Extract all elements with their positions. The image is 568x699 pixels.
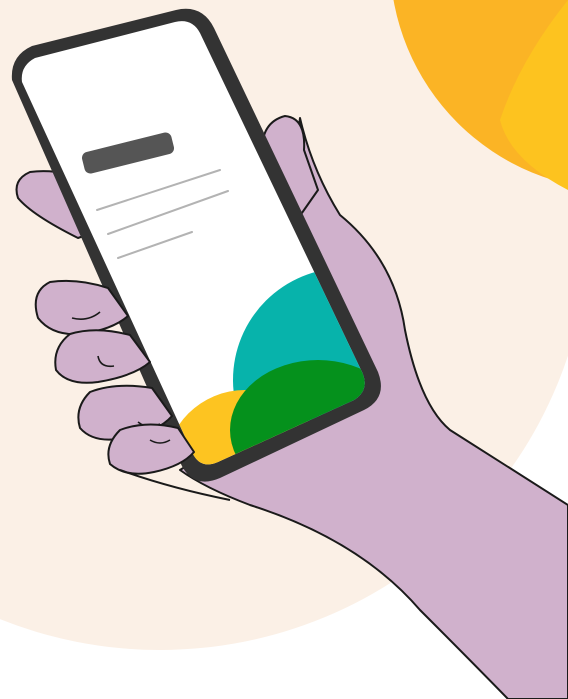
hand-holding-phone-illustration — [0, 0, 568, 699]
illustration — [0, 0, 568, 699]
